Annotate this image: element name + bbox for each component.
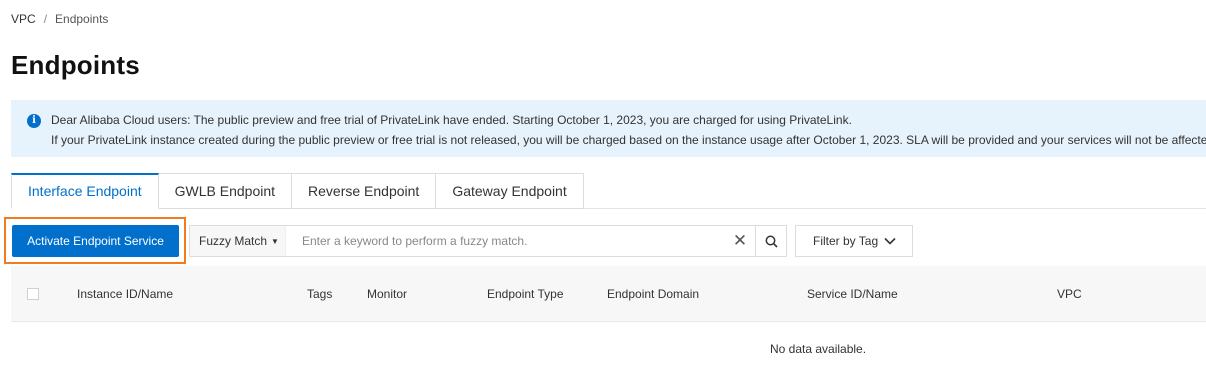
tab-interface-endpoint[interactable]: Interface Endpoint	[11, 173, 159, 209]
filter-by-tag-label: Filter by Tag	[813, 234, 879, 248]
tab-reverse-endpoint[interactable]: Reverse Endpoint	[292, 173, 437, 209]
notice-banner: i Dear Alibaba Cloud users: The public p…	[11, 100, 1206, 157]
breadcrumb-separator: /	[43, 12, 48, 26]
empty-state-text: No data available.	[770, 342, 867, 356]
breadcrumb-vpc-link[interactable]: VPC	[11, 12, 36, 26]
column-monitor: Monitor	[367, 287, 408, 301]
chevron-down-icon	[884, 237, 896, 245]
tab-gateway-endpoint[interactable]: Gateway Endpoint	[436, 173, 584, 209]
tab-gwlb-endpoint[interactable]: GWLB Endpoint	[158, 173, 293, 209]
search-input[interactable]	[286, 226, 725, 256]
match-mode-label: Fuzzy Match	[199, 234, 268, 248]
search-button[interactable]	[755, 226, 786, 256]
notice-line-1: Dear Alibaba Cloud users: The public pre…	[51, 113, 852, 127]
match-mode-select[interactable]: Fuzzy Match ▼	[190, 226, 286, 256]
column-vpc: VPC	[1057, 287, 1082, 301]
activate-endpoint-service-button[interactable]: Activate Endpoint Service	[12, 225, 179, 257]
column-endpoint-type: Endpoint Type	[487, 287, 564, 301]
column-endpoint-domain: Endpoint Domain	[607, 287, 700, 301]
endpoint-tabs: Interface Endpoint GWLB Endpoint Reverse…	[11, 173, 584, 209]
search-icon	[765, 235, 778, 248]
info-icon: i	[27, 114, 41, 128]
column-service-id: Service ID/Name	[807, 287, 898, 301]
breadcrumb-current: Endpoints	[55, 12, 109, 26]
page-title: Endpoints	[11, 50, 140, 80]
column-tags: Tags	[307, 287, 333, 301]
filter-by-tag-button[interactable]: Filter by Tag	[795, 225, 913, 257]
notice-line-2: If your PrivateLink instance created dur…	[51, 133, 1206, 147]
table-header: Instance ID/Name Tags Monitor Endpoint T…	[11, 266, 1206, 322]
close-icon[interactable]: ✕	[725, 226, 755, 256]
caret-down-icon: ▼	[271, 236, 279, 246]
column-instance-id: Instance ID/Name	[77, 287, 174, 301]
breadcrumb: VPC / Endpoints	[11, 12, 108, 26]
select-all-checkbox[interactable]	[27, 288, 39, 300]
search-group: Fuzzy Match▼ ✕	[189, 225, 787, 257]
